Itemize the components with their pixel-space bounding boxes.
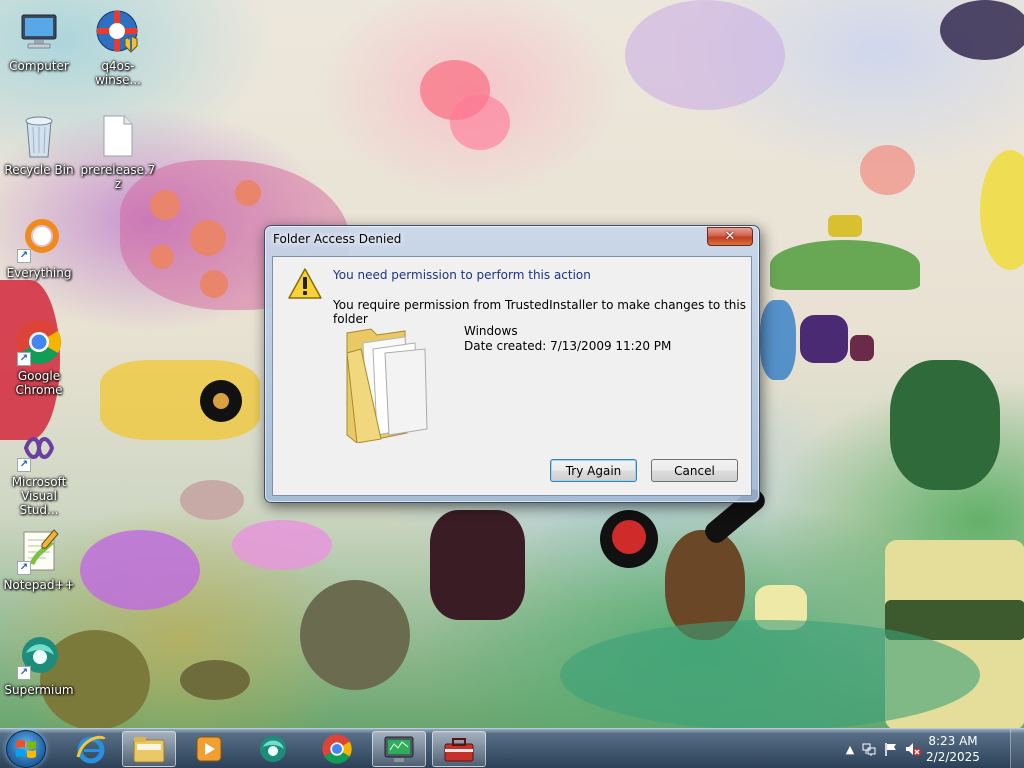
desktop-icon-recycle-bin[interactable]: Recycle Bin <box>1 112 77 177</box>
taskbar-clock[interactable]: 8:23 AM 2/2/2025 <box>918 733 988 765</box>
desktop-icon-notepad-plus-plus[interactable]: ↗ Notepad++ <box>1 527 77 592</box>
file-explorer-icon <box>133 737 165 763</box>
clock-time: 8:23 AM <box>928 734 978 748</box>
sub-message: You require permission from TrustedInsta… <box>333 298 746 326</box>
desktop-icon-label: q4os-winse... <box>95 59 141 87</box>
show-hidden-icons-arrow-icon[interactable]: ▲ <box>842 743 858 756</box>
folder-access-denied-dialog[interactable]: Folder Access Denied ✕ You need permissi… <box>264 225 760 503</box>
desktop-icon-label: Supermium <box>4 683 74 697</box>
shortcut-arrow-icon: ↗ <box>17 666 31 680</box>
system-tray: ▲ <box>842 729 924 768</box>
shortcut-arrow-icon: ↗ <box>17 352 31 366</box>
recycle-bin-icon <box>15 112 63 160</box>
desktop-icon-label: Recycle Bin <box>4 163 74 177</box>
try-again-button[interactable]: Try Again <box>550 459 637 482</box>
shortcut-arrow-icon: ↗ <box>17 249 31 263</box>
taskbar-chrome[interactable] <box>310 731 364 767</box>
notepad-plus-plus-icon: ↗ <box>15 527 63 575</box>
taskbar-supermium[interactable] <box>246 731 300 767</box>
desktop-icon-label: Everything <box>6 266 72 280</box>
installer-icon <box>94 8 142 56</box>
network-icon[interactable] <box>858 741 880 757</box>
desktop-icon-q4os-installer[interactable]: q4os-winse... <box>80 8 156 87</box>
windows-logo-icon <box>16 740 36 758</box>
cancel-button[interactable]: Cancel <box>651 459 738 482</box>
taskbar-file-explorer[interactable] <box>122 731 176 767</box>
action-center-flag-icon[interactable] <box>880 741 902 757</box>
desktop-icon-label: Google Chrome <box>15 369 63 397</box>
folder-name: Windows <box>464 324 518 338</box>
taskbar: ▲ 8:23 AM 2/2/2025 <box>0 728 1024 768</box>
toolbox-icon <box>444 738 474 762</box>
shortcut-arrow-icon: ↗ <box>17 458 31 472</box>
dialog-title: Folder Access Denied <box>273 232 402 246</box>
clock-date: 2/2/2025 <box>926 750 980 764</box>
taskbar-toolbox[interactable] <box>432 731 486 767</box>
start-button[interactable] <box>6 730 46 768</box>
internet-explorer-icon <box>76 735 106 764</box>
taskbar-system-tool[interactable] <box>372 731 426 767</box>
desktop-icon-everything[interactable]: ↗ Everything <box>1 215 77 280</box>
taskbar-media-player[interactable] <box>182 731 236 767</box>
main-message: You need permission to perform this acti… <box>333 268 591 282</box>
supermium-icon <box>260 736 286 762</box>
system-tool-icon <box>384 736 414 762</box>
desktop-icon-label: Microsoft Visual Stud... <box>11 475 67 517</box>
desktop-icon-supermium[interactable]: ↗ Supermium <box>1 632 77 697</box>
everything-search-icon: ↗ <box>15 215 63 263</box>
chrome-icon: ↗ <box>15 318 63 366</box>
desktop-icon-label: Notepad++ <box>3 578 75 592</box>
folder-icon <box>345 323 435 447</box>
desktop-icon-visual-studio[interactable]: ↗ Microsoft Visual Stud... <box>1 424 77 517</box>
folder-date-created: Date created: 7/13/2009 11:20 PM <box>464 339 672 353</box>
supermium-icon: ↗ <box>15 632 63 680</box>
visual-studio-icon: ↗ <box>15 424 63 472</box>
taskbar-internet-explorer[interactable] <box>64 731 118 767</box>
computer-icon <box>15 8 63 56</box>
chrome-icon <box>322 734 352 764</box>
close-button[interactable]: ✕ <box>707 227 753 246</box>
desktop-icon-prerelease-7z[interactable]: prerelease.7z <box>80 112 156 191</box>
media-player-icon <box>196 736 222 762</box>
dialog-body: You need permission to perform this acti… <box>272 256 752 496</box>
warning-icon <box>287 267 323 305</box>
desktop-icon-computer[interactable]: Computer <box>1 8 77 73</box>
desktop-icon-label: prerelease.7z <box>80 163 156 191</box>
desktop-icon-label: Computer <box>9 59 69 73</box>
show-desktop-button[interactable] <box>1010 729 1024 768</box>
shortcut-arrow-icon: ↗ <box>17 561 31 575</box>
file-icon <box>94 112 142 160</box>
desktop-icon-google-chrome[interactable]: ↗ Google Chrome <box>1 318 77 397</box>
